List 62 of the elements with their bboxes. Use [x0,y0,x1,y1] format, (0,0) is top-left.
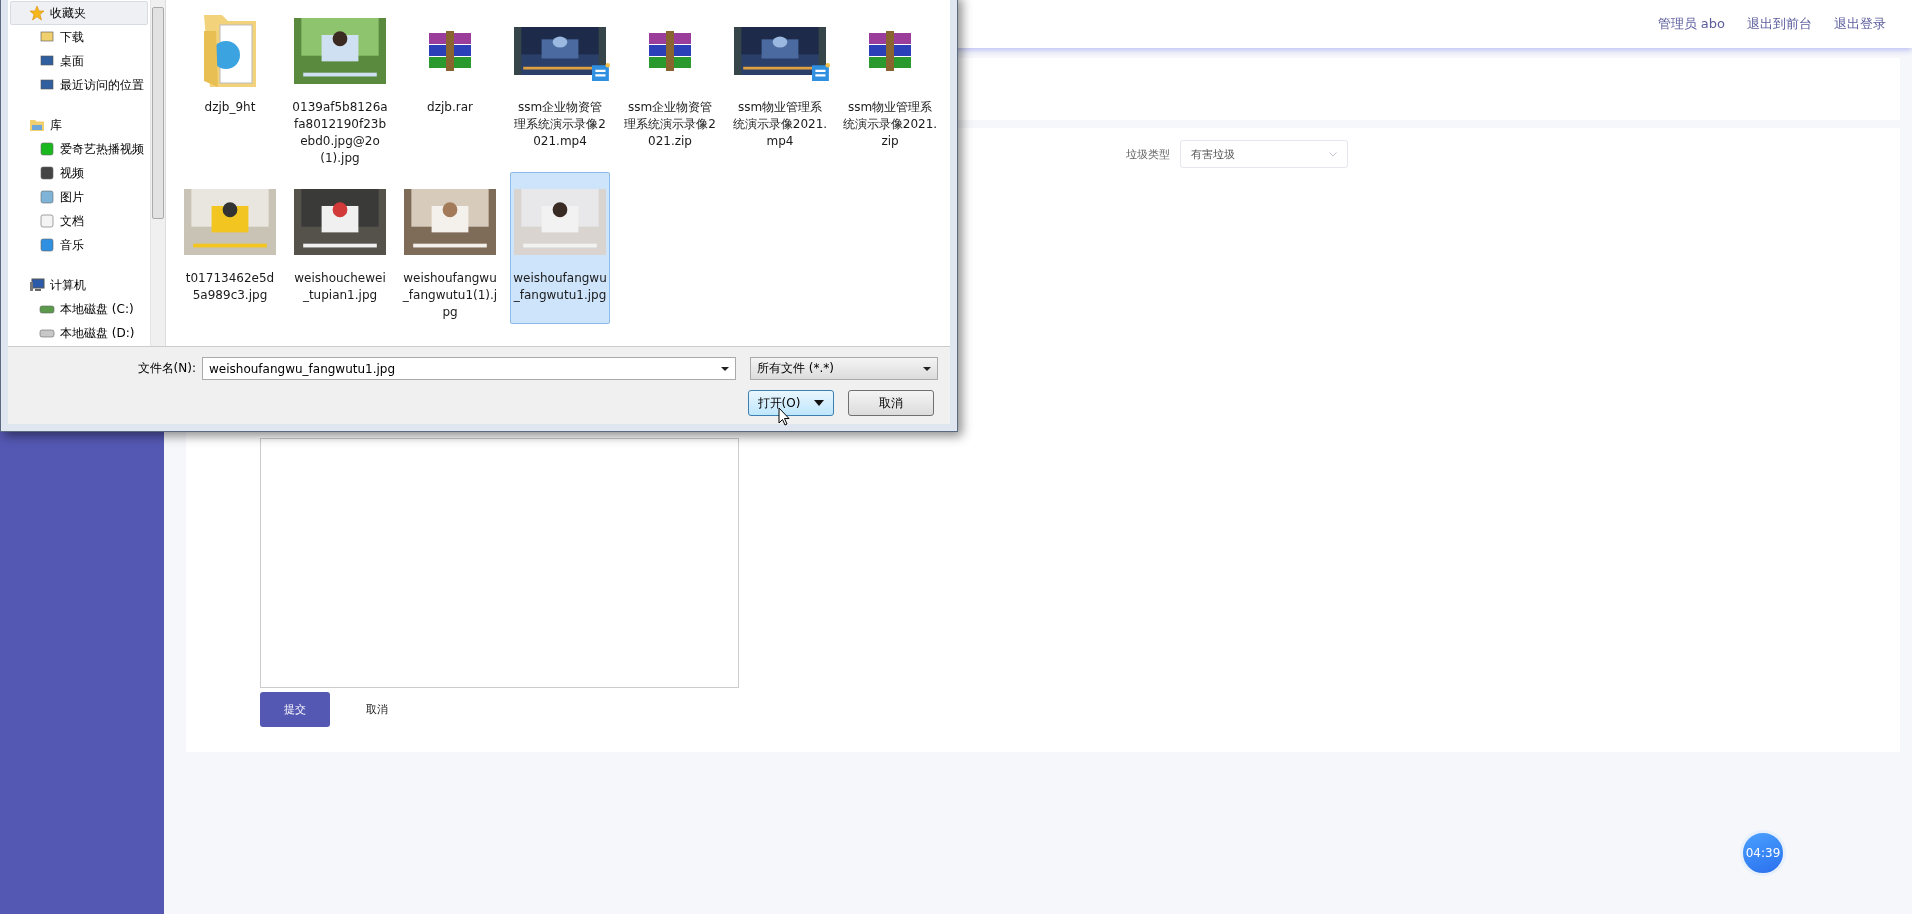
dropdown-icon [721,366,729,371]
type-select[interactable]: 有害垃圾 [1180,140,1348,168]
file-tile[interactable]: ssm企业物资管理系统演示录像2021.zip [620,1,720,170]
file-name: dzjb_9ht [203,99,257,116]
file-tile[interactable]: weishouchewei_tupian1.jpg [290,172,390,324]
video-badge-icon [812,63,830,81]
nav-item[interactable]: 库 [10,113,148,137]
nav-item[interactable]: 爱奇艺热播视频 [10,137,148,161]
filename-field[interactable]: weishoufangwu_fangwutu1.jpg [202,357,736,380]
file-tile[interactable]: t01713462e5d5a989c3.jpg [180,172,280,324]
text-area[interactable] [260,438,739,688]
nav-item[interactable]: 图片 [10,185,148,209]
dropdown-icon [814,400,825,406]
file-tile[interactable]: dzjb.rar [400,1,500,170]
file-name: weishoufangwu_fangwutu1.jpg [512,270,608,304]
dropdown-icon [923,366,931,371]
star-icon [29,5,45,21]
filename-label: 文件名(N): [136,360,196,377]
video-badge-icon [592,63,610,81]
file-tile[interactable]: dzjb_9ht [180,1,280,170]
nav-item[interactable]: 本地磁盘 (C:) [10,297,148,321]
filter-select[interactable]: 所有文件 (*.*) [750,357,938,380]
file-tile[interactable]: ssm物业管理系统演示录像2021.zip [840,1,940,170]
file-name: ssm企业物资管理系统演示录像2021.zip [623,99,717,150]
file-name: t01713462e5d5a989c3.jpg [184,270,276,304]
computer-icon [29,277,45,293]
header-link[interactable]: 退出到前台 [1747,15,1812,33]
file-tile[interactable]: ssm企业物资管理系统演示录像2021.mp4 [510,1,610,170]
nav-item[interactable]: 本地磁盘 (D:) [10,321,148,345]
nav-item[interactable]: 文档 [10,209,148,233]
header-link[interactable]: 退出登录 [1834,15,1886,33]
file-tile[interactable]: weishoufangwu_fangwutu1.jpg [510,172,610,324]
nav-item[interactable]: 下载 [10,25,148,49]
nav-item[interactable]: 计算机 [10,273,148,297]
field-label: 垃圾类型 [1126,146,1170,162]
file-tile[interactable]: weishoufangwu_fangwutu1(1).jpg [400,172,500,324]
nav-item[interactable]: 音乐 [10,233,148,257]
cancel-button[interactable]: 取消 [342,692,412,727]
folder-icon [29,117,45,133]
nav-item[interactable]: 视频 [10,161,148,185]
open-button[interactable]: 打开(O) [748,390,834,416]
archive-icon [867,31,913,71]
file-name: ssm企业物资管理系统演示录像2021.mp4 [513,99,607,150]
scrollbar[interactable] [150,0,165,346]
nav-item[interactable]: 桌面 [10,49,148,73]
cancel-button[interactable]: 取消 [848,390,934,416]
nav-item[interactable]: 最近访问的位置 [10,73,148,97]
user-label: 管理员 abo [1657,15,1725,33]
cursor-icon [778,407,790,426]
file-tile[interactable]: 0139af5b8126afa8012190f23bebd0.jpg@2o(1).jpg [290,1,390,170]
archive-icon [647,31,693,71]
submit-button[interactable]: 提交 [260,692,330,727]
file-name: ssm物业管理系统演示录像2021.zip [842,99,938,150]
file-name: weishouchewei_tupian1.jpg [293,270,387,304]
nav-item[interactable]: 收藏夹 [10,1,148,25]
file-name: 0139af5b8126afa8012190f23bebd0.jpg@2o(1).jpg [292,99,388,167]
archive-icon [427,31,473,71]
file-name: weishoufangwu_fangwutu1(1).jpg [402,270,498,321]
file-name: ssm物业管理系统演示录像2021.mp4 [732,99,828,150]
chevron-icon [1329,151,1337,157]
file-tile[interactable]: ssm物业管理系统演示录像2021.mp4 [730,1,830,170]
file-name: dzjb.rar [426,99,474,116]
